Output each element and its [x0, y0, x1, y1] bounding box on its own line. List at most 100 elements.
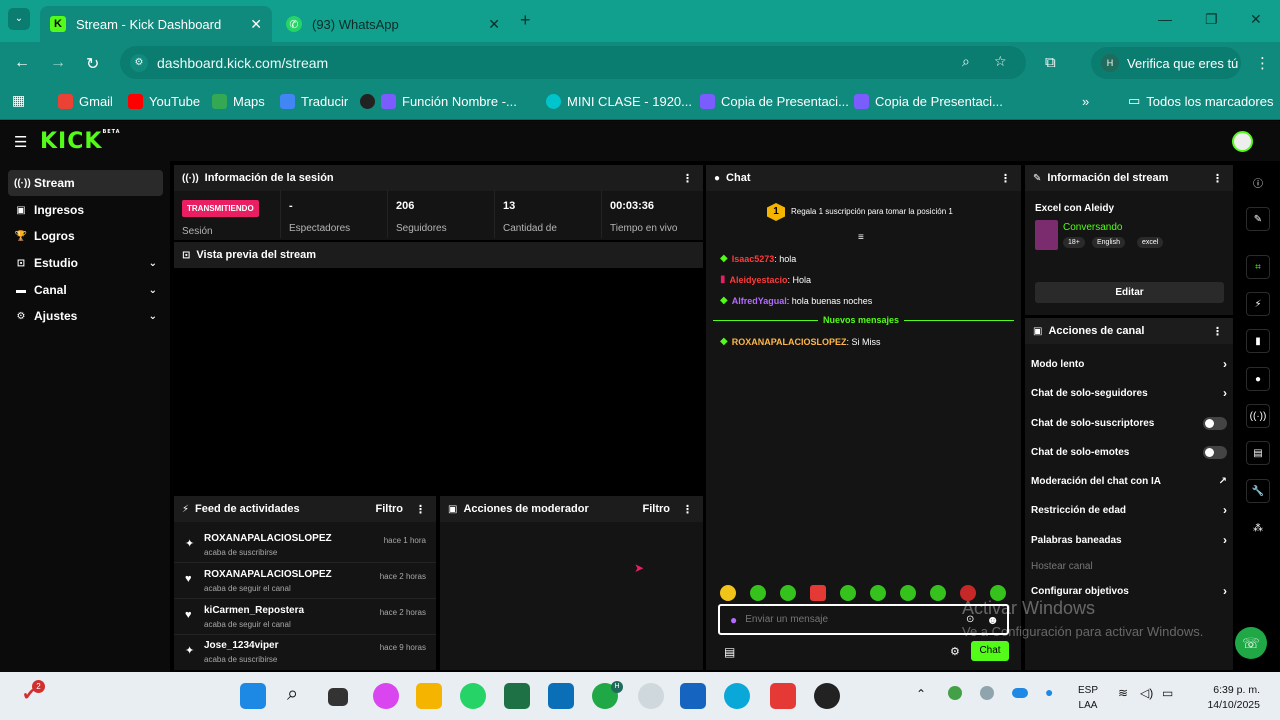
- all-bookmarks[interactable]: ▭ Todos los marcadores: [1128, 92, 1273, 110]
- edge-icon[interactable]: [724, 683, 750, 709]
- extensions-icon[interactable]: ⧉: [1045, 54, 1056, 71]
- volume-icon[interactable]: ◁): [1140, 686, 1153, 700]
- emote-icon[interactable]: [720, 585, 736, 601]
- bookmark-funcion[interactable]: Función Nombre -...: [360, 92, 517, 110]
- pencil-icon[interactable]: ✎: [1246, 207, 1270, 231]
- url-input[interactable]: ⚙ dashboard.kick.com/stream ⌕ ☆: [120, 46, 1026, 79]
- document-icon[interactable]: ▮: [1246, 329, 1270, 353]
- wifi-icon[interactable]: ≋: [1118, 686, 1128, 700]
- sidebar-item-stream[interactable]: ((·)) Stream: [8, 170, 163, 196]
- site-info-icon[interactable]: ⚙: [130, 54, 148, 72]
- windows-start-icon[interactable]: [240, 683, 266, 709]
- close-icon[interactable]: ✕: [250, 16, 262, 33]
- store-icon[interactable]: ▤: [724, 645, 735, 659]
- more-icon[interactable]: ⋮: [415, 503, 426, 516]
- more-icon[interactable]: ⋮: [682, 172, 693, 185]
- edit-button[interactable]: Editar: [1035, 282, 1224, 303]
- info-icon[interactable]: ⓘ: [1246, 170, 1270, 194]
- emotes-only-toggle[interactable]: [1203, 445, 1227, 459]
- emote-icon[interactable]: [870, 585, 886, 601]
- action-slow-mode[interactable]: Modo lento ›: [1031, 353, 1227, 375]
- chat-username[interactable]: AlfredYagual: [732, 296, 787, 306]
- profile-chip[interactable]: H Verifica que eres tú: [1091, 47, 1241, 79]
- chat-input[interactable]: [745, 614, 946, 625]
- gear-icon[interactable]: ⚙: [950, 645, 960, 658]
- more-icon[interactable]: ⋮: [1212, 325, 1223, 338]
- action-followers-only[interactable]: Chat de solo-seguidores ›: [1031, 382, 1227, 404]
- bookmark-youtube[interactable]: YouTube: [128, 92, 200, 110]
- category-label[interactable]: Conversando: [1063, 222, 1122, 233]
- back-icon[interactable]: ←: [14, 54, 30, 72]
- tab-search-button[interactable]: ⌄: [8, 8, 30, 30]
- file-explorer-icon[interactable]: [416, 683, 442, 709]
- wps-icon[interactable]: [770, 683, 796, 709]
- emote-icon[interactable]: [900, 585, 916, 601]
- menu-icon[interactable]: ⋮: [1255, 54, 1270, 72]
- emote-icon[interactable]: [750, 585, 766, 601]
- tab-whatsapp[interactable]: ✆ (93) WhatsApp ✕: [276, 6, 510, 42]
- app-icon[interactable]: [548, 683, 574, 709]
- clock[interactable]: 6:39 p. m. 14/10/2025: [1200, 683, 1260, 713]
- forward-icon[interactable]: →: [50, 54, 66, 72]
- sidebar-item-ajustes[interactable]: ⚙ Ajustes ⌄: [8, 303, 163, 329]
- search-icon[interactable]: ⌕: [287, 683, 298, 706]
- filter-button[interactable]: Filtro: [643, 503, 671, 515]
- more-icon[interactable]: ⋮: [1212, 172, 1223, 185]
- action-age-restriction[interactable]: Restricción de edad ›: [1031, 499, 1227, 521]
- subscribers-only-toggle[interactable]: [1203, 416, 1227, 430]
- new-tab-button[interactable]: +: [520, 10, 531, 31]
- onedrive-icon[interactable]: [1012, 688, 1028, 698]
- whatsapp-icon[interactable]: [460, 683, 486, 709]
- sidebar-item-estudio[interactable]: ⊡ Estudio ⌄: [8, 250, 163, 276]
- chevron-up-icon[interactable]: ⌃: [916, 687, 926, 701]
- sidebar-item-canal[interactable]: ▬ Canal ⌄: [8, 277, 163, 303]
- emote-icon[interactable]: [930, 585, 946, 601]
- send-chat-button[interactable]: Chat: [971, 641, 1009, 661]
- bookmark-copia-2[interactable]: Copia de Presentaci...: [854, 92, 1003, 110]
- excel-icon[interactable]: [504, 683, 530, 709]
- reload-icon[interactable]: ↻: [86, 54, 99, 74]
- chat-username[interactable]: ROXANAPALACIOSLOPEZ: [732, 337, 847, 347]
- gift-prompt[interactable]: Regala 1 suscripción para tomar la posic…: [791, 207, 953, 216]
- bookmark-gmail[interactable]: Gmail: [58, 92, 113, 110]
- mic-icon[interactable]: ●: [1045, 684, 1053, 700]
- copilot-icon[interactable]: [373, 683, 399, 709]
- emote-icon[interactable]: [840, 585, 856, 601]
- bookmark-traducir[interactable]: Traducir: [280, 92, 348, 110]
- help-fab[interactable]: ☏: [1235, 627, 1267, 659]
- wrench-icon[interactable]: 🔧: [1246, 479, 1270, 503]
- apps-icon[interactable]: ▦: [12, 92, 25, 109]
- app-icon[interactable]: [638, 683, 664, 709]
- star-icon[interactable]: ☆: [994, 53, 1007, 70]
- emote-icon[interactable]: [810, 585, 826, 601]
- more-bookmarks-icon[interactable]: »: [1082, 92, 1089, 110]
- minimize-button[interactable]: —: [1158, 11, 1172, 27]
- kick-logo[interactable]: KICKBETA: [40, 129, 121, 154]
- tab-kick-dashboard[interactable]: K Stream - Kick Dashboard ✕: [40, 6, 272, 42]
- bookmark-maps[interactable]: Maps: [212, 92, 265, 110]
- close-icon[interactable]: ✕: [488, 16, 500, 33]
- chat-username[interactable]: Aleidyestacio: [730, 275, 788, 285]
- language-indicator[interactable]: ESP LAA: [1078, 683, 1098, 713]
- tray-icon[interactable]: [948, 686, 962, 700]
- search-icon[interactable]: ⌕: [962, 53, 970, 70]
- bookmark-copia-1[interactable]: Copia de Presentaci...: [700, 92, 849, 110]
- bolt-icon[interactable]: ⚡: [1246, 292, 1270, 316]
- emote-icon[interactable]: [780, 585, 796, 601]
- action-banned-words[interactable]: Palabras baneadas ›: [1031, 529, 1227, 551]
- obs-icon[interactable]: [814, 683, 840, 709]
- battery-icon[interactable]: ▭: [1162, 686, 1173, 700]
- store-icon[interactable]: [680, 683, 706, 709]
- action-ai-moderation[interactable]: Moderación del chat con IA ↗: [1031, 470, 1227, 492]
- layout-icon[interactable]: ▤: [1246, 441, 1270, 465]
- broadcast-icon[interactable]: ((·)): [1246, 404, 1270, 428]
- mic-icon[interactable]: ●: [730, 613, 737, 627]
- close-window-button[interactable]: ✕: [1250, 11, 1262, 28]
- share-icon[interactable]: ⁂: [1246, 516, 1270, 540]
- maximize-button[interactable]: ❐: [1205, 11, 1218, 28]
- chat-icon[interactable]: ●: [1246, 367, 1270, 391]
- filter-button[interactable]: Filtro: [376, 503, 404, 515]
- scan-icon[interactable]: ⌗: [1246, 255, 1270, 279]
- task-view-icon[interactable]: [328, 688, 348, 706]
- chat-username[interactable]: Isaac5273: [732, 254, 775, 264]
